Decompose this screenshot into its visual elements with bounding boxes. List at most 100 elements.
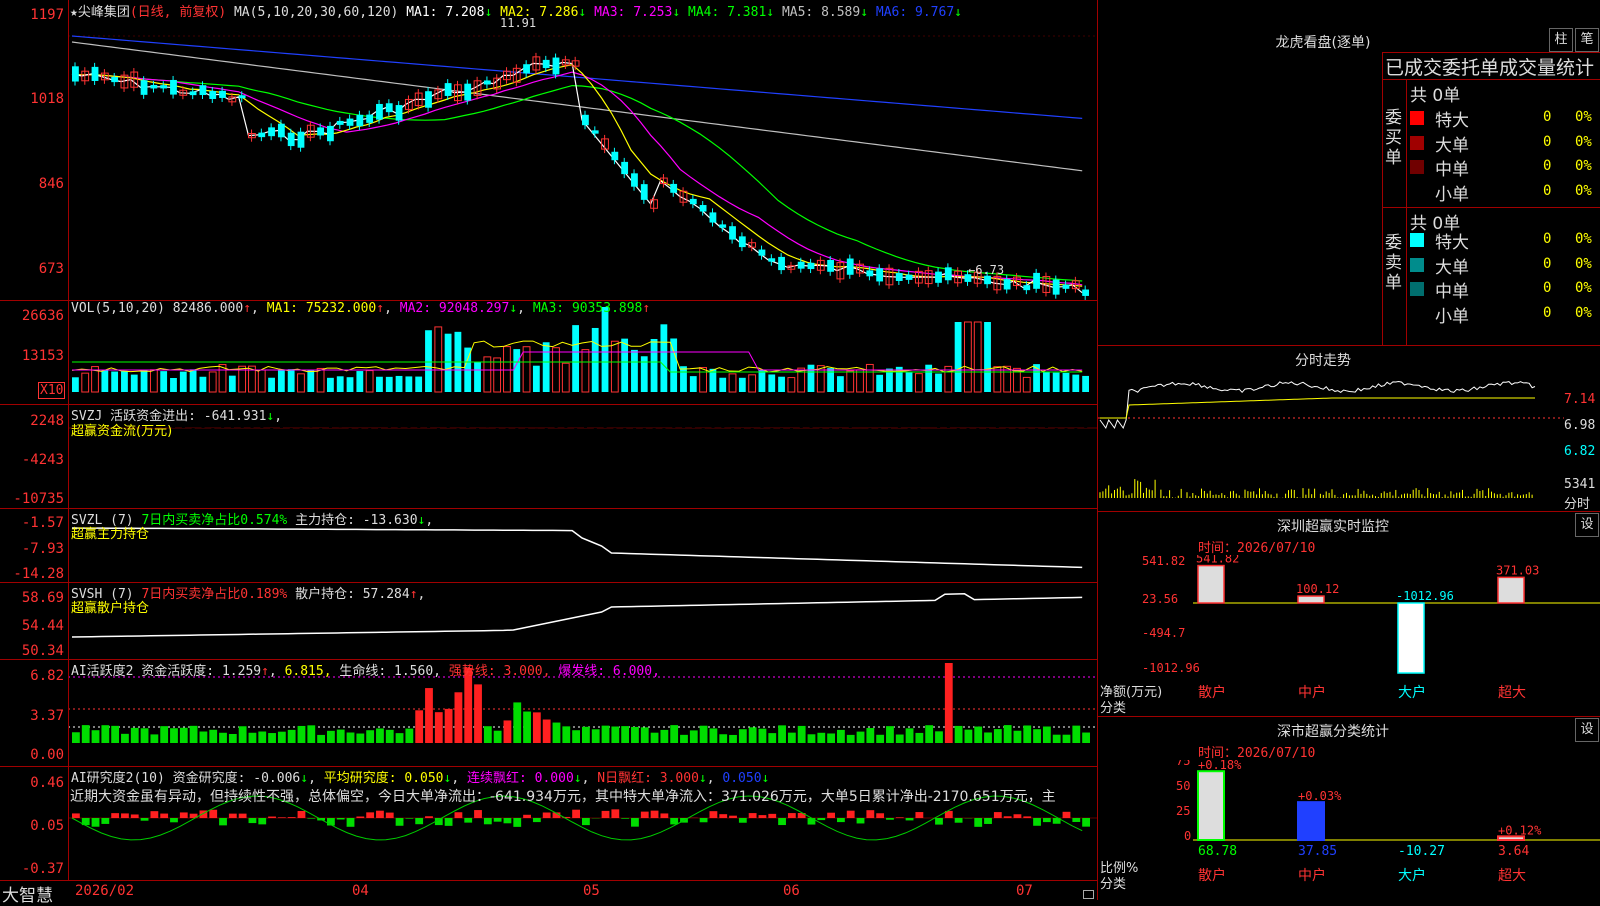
volume-bar (553, 348, 560, 392)
volume-bar (533, 366, 540, 392)
lock-icon[interactable] (1083, 890, 1094, 899)
activity-bar (680, 735, 688, 743)
candle-body (523, 64, 530, 73)
activity-bar (474, 684, 482, 743)
volume-bar (857, 370, 864, 392)
flow-bar (525, 428, 528, 448)
ma3-line (72, 72, 1082, 285)
flow-bar (996, 427, 999, 428)
activity-bar (582, 727, 590, 743)
flow-bar (466, 426, 469, 428)
svsh-panel[interactable]: SVSH (7) 7日内买卖净占比0.189% 散户持仓: 57.284↑, 超… (0, 582, 1097, 660)
activity-bar (621, 726, 629, 743)
candle-body (190, 91, 197, 95)
sz-cat: 分类 (1100, 697, 1126, 716)
research-bar (935, 818, 943, 825)
flow-bar (427, 427, 430, 428)
ss-bar-value: 37.85 (1298, 844, 1337, 859)
candle-body (298, 132, 305, 148)
research-bar (827, 813, 835, 818)
flow-bar (849, 427, 852, 428)
sz-monitor-chart[interactable]: 541.82100.12-1012.96371.03541.8223.56-49… (1098, 555, 1600, 715)
volume-bar (327, 378, 334, 392)
flow-bar (692, 424, 695, 428)
activity-bar (288, 730, 296, 743)
volume-bar (386, 377, 393, 392)
activity-bar (592, 729, 600, 743)
flow-bar (545, 428, 548, 433)
order-count: 0 (1543, 305, 1551, 321)
candle-body (386, 103, 393, 112)
flow-bar (192, 428, 195, 433)
volume-bar (356, 371, 363, 392)
tick-mode-button[interactable]: 笔 (1575, 28, 1599, 52)
svsh-subtitle: 超赢散户持仓 (71, 597, 149, 616)
volume-bar (572, 325, 579, 392)
activity-bar (1043, 727, 1051, 743)
svzj-panel[interactable]: SVZJ 活跃资金进出: -641.931↓, 超赢资金流(万元) 2248 -… (0, 404, 1097, 509)
research-bar (366, 812, 374, 818)
candle-body (710, 212, 717, 222)
order-percent: 0% (1575, 256, 1592, 272)
order-percent: 0% (1575, 231, 1592, 247)
ss-stats-chart[interactable]: +0.18%68.78散户+0.03%37.85中户-10.27大户+0.12%… (1098, 760, 1600, 900)
volume-bar (749, 375, 756, 392)
volume-bar (690, 376, 697, 392)
research-bar (710, 811, 718, 818)
ss-bar-top-label: +0.12% (1498, 823, 1542, 837)
ai-activity-panel[interactable]: AI活跃度2 资金活跃度: 1.259↑, 6.815, 生命线: 1.560,… (0, 659, 1097, 767)
activity-bar (562, 726, 570, 743)
bar-mode-button[interactable]: 柱 (1549, 28, 1573, 52)
flow-bar (358, 428, 361, 432)
volume-bar (268, 378, 275, 392)
research-bar (788, 813, 796, 818)
sz-bar (1398, 603, 1424, 673)
candle-body (200, 85, 207, 95)
order-count: 0 (1543, 256, 1551, 272)
sz-axis-label: -1012.96 (1142, 661, 1200, 675)
candle-body (278, 124, 285, 138)
volume-panel[interactable]: VOL(5,10,20) 82486.000↑, MA1: 75232.000↑… (0, 300, 1097, 405)
activity-bar (219, 733, 227, 743)
volume-bar (131, 375, 138, 392)
activity-bar (994, 729, 1002, 743)
research-bar (857, 818, 865, 823)
order-type-label: 大单 (1435, 253, 1469, 278)
volume-bar (543, 342, 550, 392)
research-bar (298, 811, 306, 818)
flow-bar (702, 428, 705, 433)
volume-bar (876, 375, 883, 392)
flow-bar (1016, 428, 1019, 433)
ai-research-panel[interactable]: AI研究度2(10) 资金研究度: -0.006↓, 平均研究度: 0.050↓… (0, 766, 1097, 880)
volume-bar (474, 362, 481, 392)
intraday-chart[interactable] (1098, 370, 1600, 510)
volume-bar (660, 324, 667, 392)
activity-bar (700, 726, 708, 743)
activity-bar (906, 728, 914, 743)
research-bar (150, 811, 158, 818)
flow-bar (241, 424, 244, 428)
svsh-axis: 54.44 (0, 618, 64, 634)
candle-body (798, 262, 805, 269)
flow-bar (496, 428, 499, 448)
activity-bar (455, 692, 463, 743)
activity-bar (543, 720, 551, 743)
candle-body (464, 84, 471, 101)
svzl-panel[interactable]: SVZL (7) 7日内买卖净占比0.574% 主力持仓: -13.630↓, … (0, 508, 1097, 583)
candle-body (268, 127, 275, 136)
ss-settings-button[interactable]: 设 (1575, 718, 1599, 742)
flow-bar (1035, 428, 1038, 431)
candle-body (621, 162, 628, 174)
sz-settings-button[interactable]: 设 (1575, 513, 1599, 537)
svzl-axis: -1.57 (0, 515, 64, 531)
volume-bar (759, 369, 766, 392)
candlestick-chart[interactable] (0, 0, 1097, 300)
price-panel[interactable]: ★尖峰集团(日线, 前复权) MA(5,10,20,30,60,120) MA1… (0, 0, 1097, 301)
flow-bar (574, 428, 577, 429)
candle-body (1082, 290, 1089, 296)
flow-bar (260, 424, 263, 428)
research-bar (1023, 816, 1031, 818)
research-bar (356, 817, 364, 818)
research-bar (994, 812, 1002, 818)
buy-sell-divider (1383, 207, 1600, 208)
